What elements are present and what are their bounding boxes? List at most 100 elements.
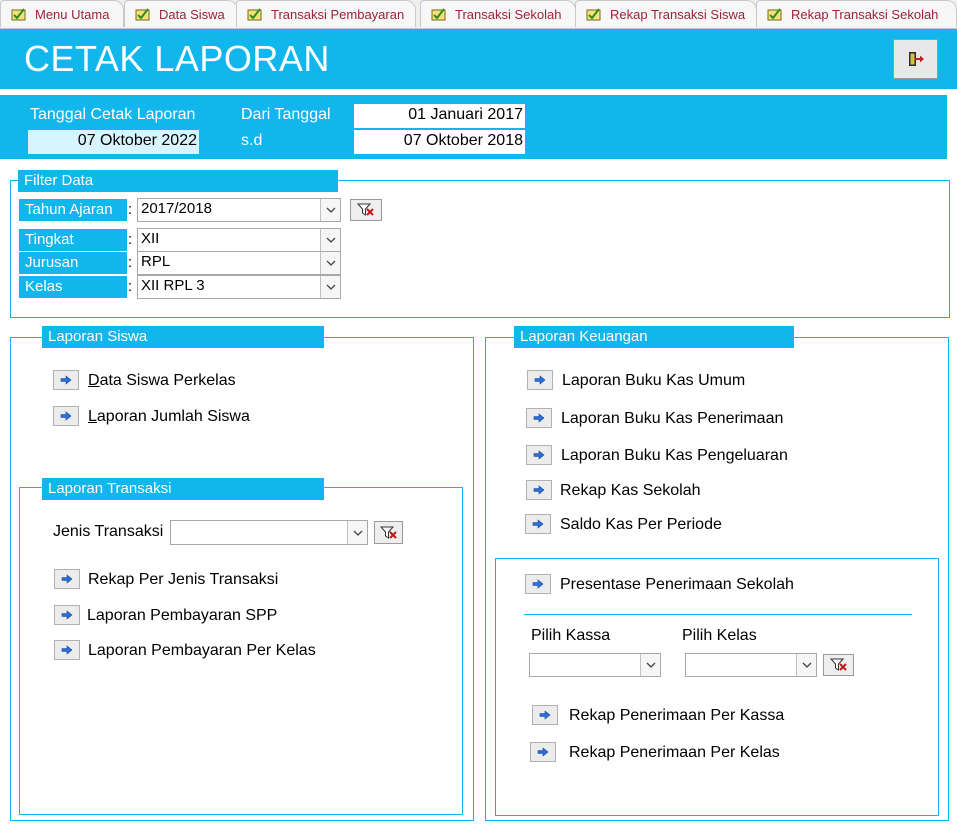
pilih-kassa-label: Pilih Kassa	[531, 627, 611, 644]
kelas-combo[interactable]: XII RPL 3	[137, 275, 341, 299]
buku-kas-pengeluaran-label[interactable]: Laporan Buku Kas Pengeluaran	[561, 447, 788, 465]
penerimaan-frame	[495, 558, 939, 816]
presentase-penerimaan-button[interactable]	[525, 574, 551, 594]
dari-tanggal-field[interactable]: 01 Januari 2017	[354, 104, 525, 128]
tab-transaksi-sekolah[interactable]: Transaksi Sekolah	[420, 0, 576, 27]
buku-kas-penerimaan-label[interactable]: Laporan Buku Kas Penerimaan	[561, 410, 783, 428]
laporan-pembayaran-spp-button[interactable]	[54, 605, 80, 625]
tingkat-value: XII	[141, 230, 160, 247]
rekap-kas-sekolah-button[interactable]	[526, 480, 552, 500]
rekap-penerimaan-kassa-button[interactable]	[532, 705, 558, 725]
exit-button[interactable]	[893, 39, 938, 79]
laporan-pembayaran-per-kelas-label[interactable]: Laporan Pembayaran Per Kelas	[88, 642, 316, 660]
arrow-right-icon	[533, 413, 545, 423]
presentase-penerimaan-label[interactable]: Presentase Penerimaan Sekolah	[560, 576, 794, 594]
rekap-per-jenis-transaksi-label[interactable]: Rekap Per Jenis Transaksi	[88, 571, 278, 589]
arrow-right-icon	[61, 574, 73, 584]
buku-kas-umum-button[interactable]	[527, 370, 553, 390]
buku-kas-pengeluaran-button[interactable]	[526, 445, 552, 465]
tab-data-siswa[interactable]: Data Siswa	[124, 0, 238, 27]
chevron-down-icon[interactable]	[320, 276, 340, 298]
tahun-ajaran-label: Tahun Ajaran	[19, 199, 127, 221]
clear-filter-icon	[829, 658, 847, 671]
colon: :	[128, 254, 133, 271]
arrow-right-icon	[533, 450, 545, 460]
tingkat-label: Tingkat	[19, 229, 127, 251]
form-icon	[767, 7, 783, 21]
tab-menu-utama[interactable]: Menu Utama	[0, 0, 124, 27]
form-icon	[135, 7, 151, 21]
tanggal-cetak-field[interactable]: 07 Oktober 2022	[28, 130, 199, 154]
tab-label: Transaksi Pembayaran	[271, 6, 405, 22]
tab-label: Data Siswa	[159, 6, 225, 22]
rekap-penerimaan-kelas-label[interactable]: Rekap Penerimaan Per Kelas	[569, 744, 780, 762]
tab-rekap-transaksi-sekolah[interactable]: Rekap Transaksi Sekolah	[756, 0, 957, 27]
tab-label: Rekap Transaksi Sekolah	[791, 6, 939, 22]
tab-label: Transaksi Sekolah	[455, 6, 562, 22]
dari-tanggal-label: Dari Tanggal	[241, 106, 331, 123]
jurusan-value: RPL	[141, 253, 171, 270]
laporan-pembayaran-spp-label[interactable]: Laporan Pembayaran SPP	[87, 607, 277, 625]
chevron-down-icon[interactable]	[796, 654, 816, 676]
data-siswa-perkelas-label[interactable]: Data Siswa Perkelas	[88, 372, 236, 390]
form-icon	[247, 7, 263, 21]
chevron-down-icon[interactable]	[320, 199, 340, 221]
arrow-right-icon	[533, 485, 545, 495]
kelas-value: XII RPL 3	[141, 277, 205, 294]
buku-kas-umum-label[interactable]: Laporan Buku Kas Umum	[562, 372, 745, 390]
filter-data-title: Filter Data	[18, 170, 338, 192]
exit-door-icon	[908, 52, 924, 66]
jurusan-combo[interactable]: RPL	[137, 251, 341, 275]
laporan-jumlah-siswa-label[interactable]: Laporan Jumlah Siswa	[88, 408, 250, 426]
arrow-right-icon	[539, 710, 551, 720]
laporan-keuangan-title: Laporan Keuangan	[514, 326, 794, 348]
tingkat-combo[interactable]: XII	[137, 228, 341, 252]
pilih-kelas-label: Pilih Kelas	[682, 627, 757, 644]
clear-filter-icon	[357, 203, 374, 216]
chevron-down-icon[interactable]	[640, 654, 660, 676]
kelas-label: Kelas	[19, 276, 127, 298]
jenis-transaksi-label: Jenis Transaksi	[53, 523, 164, 540]
clear-jenis-transaksi-button[interactable]	[374, 521, 403, 544]
laporan-pembayaran-per-kelas-button[interactable]	[54, 640, 80, 660]
arrow-right-icon	[60, 375, 72, 385]
tanggal-cetak-label: Tanggal Cetak Laporan	[30, 106, 196, 123]
rekap-penerimaan-kassa-label[interactable]: Rekap Penerimaan Per Kassa	[569, 707, 784, 725]
tab-rekap-transaksi-siswa[interactable]: Rekap Transaksi Siswa	[575, 0, 757, 27]
chevron-down-icon[interactable]	[347, 521, 367, 544]
saldo-kas-per-periode-button[interactable]	[525, 514, 551, 534]
pilih-kassa-combo[interactable]	[529, 653, 661, 677]
form-icon	[431, 7, 447, 21]
tahun-ajaran-value: 2017/2018	[141, 200, 212, 217]
laporan-transaksi-title: Laporan Transaksi	[42, 478, 324, 500]
accelerator-letter: L	[88, 408, 97, 425]
buku-kas-penerimaan-button[interactable]	[526, 408, 552, 428]
label-rest: ata Siswa Perkelas	[99, 372, 236, 389]
jurusan-label: Jurusan	[19, 252, 127, 274]
arrow-right-icon	[534, 375, 546, 385]
tab-transaksi-pembayaran[interactable]: Transaksi Pembayaran	[236, 0, 416, 27]
tab-bar: Menu Utama Data Siswa Transaksi Pembayar…	[0, 0, 957, 29]
saldo-kas-per-periode-label[interactable]: Saldo Kas Per Periode	[560, 516, 722, 534]
sd-label: s.d	[241, 132, 263, 149]
tahun-ajaran-combo[interactable]: 2017/2018	[137, 198, 341, 222]
colon: :	[128, 278, 133, 295]
rekap-kas-sekolah-label[interactable]: Rekap Kas Sekolah	[560, 482, 701, 500]
tab-label: Rekap Transaksi Siswa	[610, 6, 746, 22]
clear-filter-button[interactable]	[350, 199, 382, 221]
jenis-transaksi-combo[interactable]	[170, 520, 368, 545]
divider	[524, 614, 912, 615]
pilih-kelas-combo[interactable]	[685, 653, 817, 677]
colon: :	[128, 201, 133, 218]
form-icon	[586, 7, 602, 21]
arrow-right-icon	[537, 747, 549, 757]
clear-kassa-kelas-button[interactable]	[823, 654, 854, 676]
rekap-penerimaan-kelas-button[interactable]	[530, 742, 556, 762]
rekap-per-jenis-transaksi-button[interactable]	[54, 569, 80, 589]
laporan-jumlah-siswa-button[interactable]	[53, 406, 79, 426]
data-siswa-perkelas-button[interactable]	[53, 370, 79, 390]
chevron-down-icon[interactable]	[320, 252, 340, 274]
sd-tanggal-field[interactable]: 07 Oktober 2018	[354, 130, 525, 154]
chevron-down-icon[interactable]	[320, 229, 340, 251]
page-title: CETAK LAPORAN	[24, 38, 330, 79]
